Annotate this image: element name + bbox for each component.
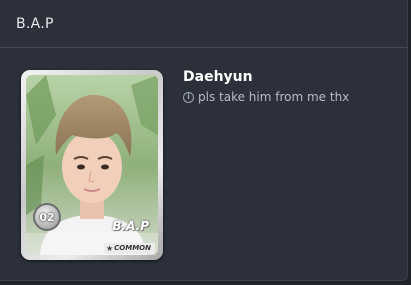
- member-description: pls take him from me thx: [198, 90, 350, 104]
- photocard[interactable]: 02 B.A.P ★ COMMON: [21, 70, 163, 260]
- member-info: Daehyun i pls take him from me thx: [183, 68, 349, 104]
- star-icon: ★: [105, 244, 114, 253]
- card-number: 02: [39, 210, 55, 224]
- card-number-badge: 02: [33, 203, 61, 231]
- info-icon: i: [183, 91, 194, 103]
- panel-header: B.A.P: [0, 0, 407, 48]
- group-logo: B.A.P: [112, 219, 149, 233]
- member-name: Daehyun: [183, 69, 253, 85]
- card-panel: B.A.P 02 B.A.P ★ COMMON Daehyun i pls ta…: [0, 0, 408, 281]
- rarity-label: COMMON: [114, 244, 151, 252]
- rarity-tag: ★ COMMON: [103, 243, 155, 254]
- description-row: i pls take him from me thx: [183, 90, 349, 104]
- group-title: B.A.P: [16, 15, 54, 32]
